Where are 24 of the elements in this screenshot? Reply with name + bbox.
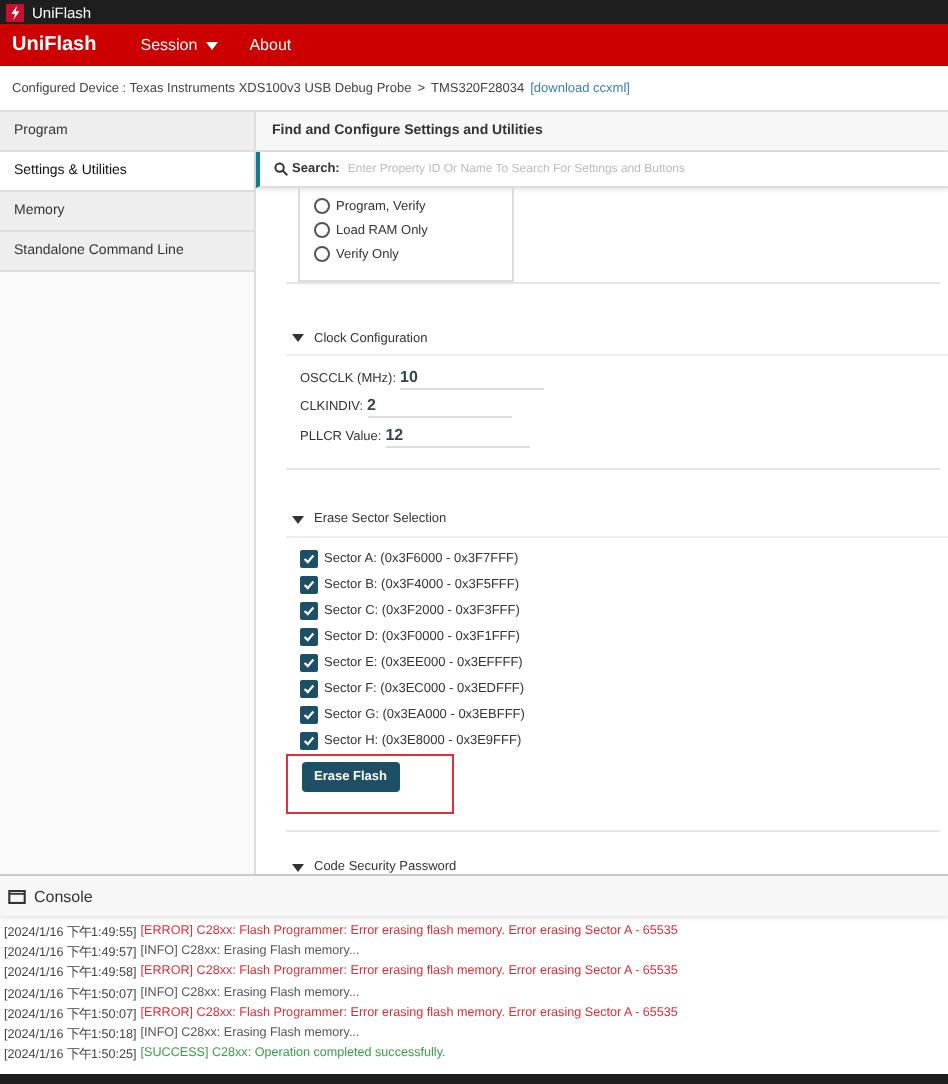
- checkbox[interactable]: [300, 627, 318, 645]
- checkbox[interactable]: [300, 679, 318, 697]
- checkbox[interactable]: [300, 731, 318, 749]
- console-title: Console: [34, 887, 93, 905]
- input-field[interactable]: 10: [400, 367, 545, 390]
- checkbox[interactable]: [300, 549, 318, 567]
- caret-icon: [205, 41, 218, 49]
- radio-button[interactable]: [314, 198, 330, 214]
- checkbox[interactable]: [300, 705, 318, 723]
- menu-item[interactable]: About: [237, 32, 304, 58]
- checkbox[interactable]: [300, 575, 318, 593]
- app-logo-icon: [6, 3, 24, 21]
- checkbox[interactable]: [300, 653, 318, 671]
- window-icon: [8, 889, 26, 903]
- menu-item[interactable]: Session: [128, 32, 230, 58]
- input-field[interactable]: 12: [385, 425, 530, 448]
- collapse-icon[interactable]: [292, 513, 304, 525]
- radio-button[interactable]: [314, 246, 330, 262]
- collapse-icon[interactable]: [292, 332, 304, 344]
- radio-button[interactable]: [314, 222, 330, 238]
- brand-name: UniFlash: [12, 34, 97, 56]
- input-field[interactable]: 2: [367, 396, 512, 419]
- checkbox[interactable]: [300, 601, 318, 619]
- search-icon: [274, 162, 288, 176]
